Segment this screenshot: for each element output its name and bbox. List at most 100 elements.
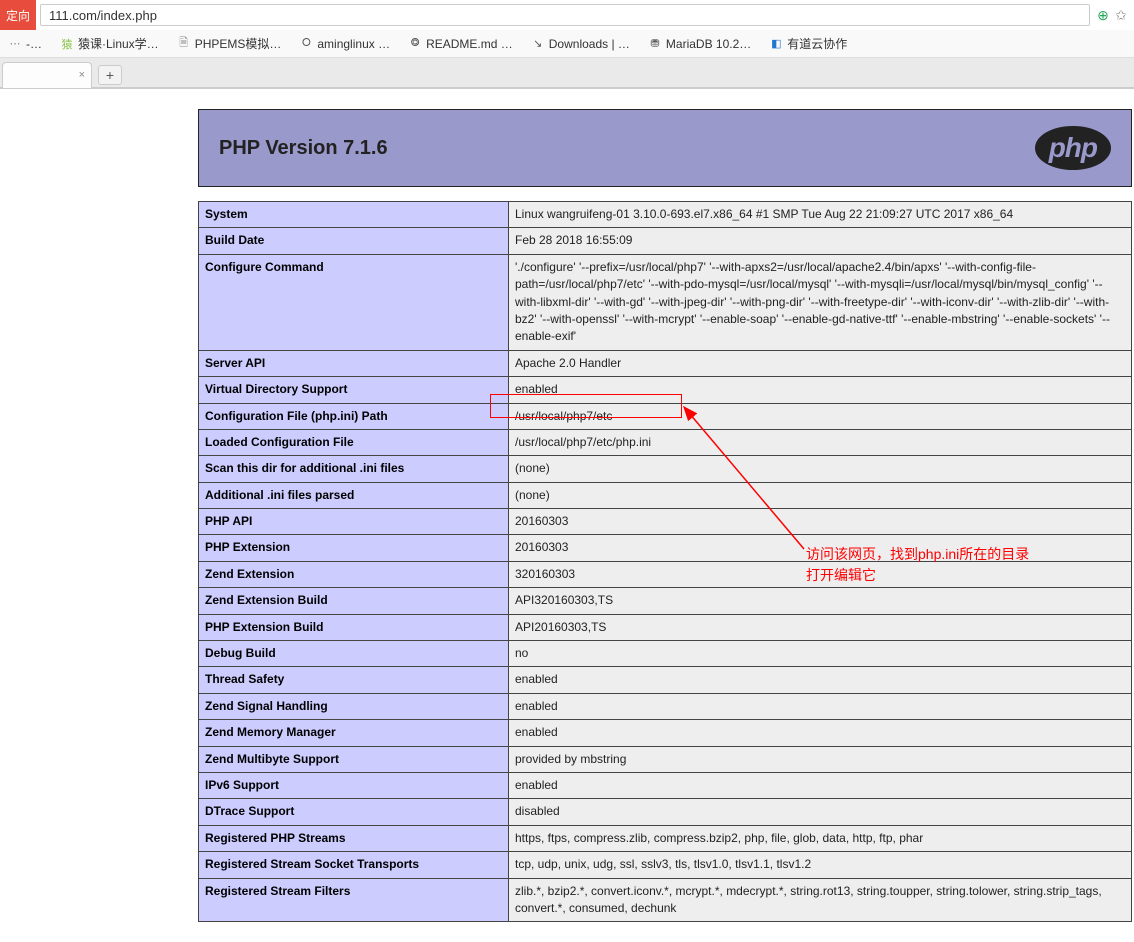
info-key: Additional .ini files parsed — [199, 482, 509, 508]
table-row: Build DateFeb 28 2018 16:55:09 — [199, 228, 1132, 254]
php-version-title: PHP Version 7.1.6 — [219, 137, 388, 160]
bookmark-item[interactable]: ◧有道云协作 — [769, 35, 847, 52]
table-row: Loaded Configuration File/usr/local/php7… — [199, 429, 1132, 455]
table-row: Zend Multibyte Supportprovided by mbstri… — [199, 746, 1132, 772]
info-key: Server API — [199, 350, 509, 376]
bookmark-label: aminglinux … — [317, 37, 390, 51]
info-value: enabled — [509, 693, 1132, 719]
php-logo: php — [1035, 126, 1111, 170]
bookmarks-bar: ⋯ -… 猿猿课·Linux学… 🗎 PHPEMS模拟… ⭘ aminglinux … ⭗RE… — [0, 30, 1134, 58]
info-value: 20160303 — [509, 509, 1132, 535]
bookmark-item[interactable]: ⛃MariaDB 10.2… — [648, 37, 751, 51]
table-row: Zend Signal Handlingenabled — [199, 693, 1132, 719]
info-value: https, ftps, compress.zlib, compress.bzi… — [509, 825, 1132, 851]
table-row: Configure Command'./configure' '--prefix… — [199, 254, 1132, 350]
info-value: enabled — [509, 720, 1132, 746]
table-row: Additional .ini files parsed(none) — [199, 482, 1132, 508]
info-value: enabled — [509, 667, 1132, 693]
info-value: Apache 2.0 Handler — [509, 350, 1132, 376]
bookmark-item[interactable]: ↘ Downloads | … — [531, 37, 630, 51]
info-key: PHP Extension — [199, 535, 509, 561]
bookmark-icon: ⭗ — [408, 37, 422, 51]
info-value: provided by mbstring — [509, 746, 1132, 772]
tab-strip: × + — [0, 58, 1134, 88]
table-row: Virtual Directory Supportenabled — [199, 377, 1132, 403]
info-value: './configure' '--prefix=/usr/local/php7'… — [509, 254, 1132, 350]
info-key: PHP API — [199, 509, 509, 535]
info-key: Zend Multibyte Support — [199, 746, 509, 772]
phpinfo: PHP Version 7.1.6 php SystemLinux wangru… — [198, 109, 1132, 922]
info-key: Zend Extension Build — [199, 588, 509, 614]
info-value: API20160303,TS — [509, 614, 1132, 640]
browser-chrome: 定向 ⊕ ✩ ⋯ -… 猿猿课·Linux学… 🗎 PHPEMS模拟… ⭘ aminglin… — [0, 0, 1134, 89]
info-key: Thread Safety — [199, 667, 509, 693]
bookmark-item[interactable]: ⭗README.md … — [408, 37, 513, 51]
bookmark-label: Downloads | … — [549, 37, 630, 51]
new-tab-button[interactable]: + — [98, 65, 122, 85]
info-key: Scan this dir for additional .ini files — [199, 456, 509, 482]
info-key: Virtual Directory Support — [199, 377, 509, 403]
circle-plus-icon[interactable]: ⊕ — [1097, 7, 1109, 24]
info-key: Zend Signal Handling — [199, 693, 509, 719]
table-row: Configuration File (php.ini) Path/usr/lo… — [199, 403, 1132, 429]
info-key: Zend Memory Manager — [199, 720, 509, 746]
content-area: PHP Version 7.1.6 php SystemLinux wangru… — [0, 89, 1134, 942]
address-bar: 定向 ⊕ ✩ — [0, 0, 1134, 30]
bookmark-icon: ◧ — [769, 37, 783, 51]
star-icon[interactable]: ✩ — [1115, 7, 1127, 24]
info-value: disabled — [509, 799, 1132, 825]
info-value: no — [509, 641, 1132, 667]
bookmark-item[interactable]: ⋯ -… — [8, 37, 42, 51]
info-value: tcp, udp, unix, udg, ssl, sslv3, tls, tl… — [509, 852, 1132, 878]
bookmark-icon: ↘ — [531, 37, 545, 51]
info-key: Registered Stream Socket Transports — [199, 852, 509, 878]
info-value: /usr/local/php7/etc — [509, 403, 1132, 429]
table-row: SystemLinux wangruifeng-01 3.10.0-693.el… — [199, 202, 1132, 228]
info-value: (none) — [509, 456, 1132, 482]
info-value: /usr/local/php7/etc/php.ini — [509, 429, 1132, 455]
info-value: Linux wangruifeng-01 3.10.0-693.el7.x86_… — [509, 202, 1132, 228]
info-value: Feb 28 2018 16:55:09 — [509, 228, 1132, 254]
table-row: Thread Safetyenabled — [199, 667, 1132, 693]
table-row: Zend Memory Managerenabled — [199, 720, 1132, 746]
bookmark-item[interactable]: ⭘ aminglinux … — [299, 37, 390, 51]
table-row: Registered PHP Streamshttps, ftps, compr… — [199, 825, 1132, 851]
bookmark-icon: 🗎 — [177, 37, 191, 51]
bookmark-icon: ⭘ — [299, 37, 313, 51]
bookmark-item[interactable]: 猿猿课·Linux学… — [60, 35, 159, 52]
info-value: (none) — [509, 482, 1132, 508]
bookmark-icon: ⋯ — [8, 37, 22, 51]
info-key: Build Date — [199, 228, 509, 254]
info-key: Zend Extension — [199, 561, 509, 587]
info-key: DTrace Support — [199, 799, 509, 825]
bookmark-label: PHPEMS模拟… — [195, 35, 282, 52]
info-key: PHP Extension Build — [199, 614, 509, 640]
table-row: Server APIApache 2.0 Handler — [199, 350, 1132, 376]
close-icon[interactable]: × — [79, 69, 85, 81]
table-row: Debug Buildno — [199, 641, 1132, 667]
bookmark-label: 猿课·Linux学… — [78, 35, 159, 52]
table-row: Scan this dir for additional .ini files(… — [199, 456, 1132, 482]
bookmark-item[interactable]: 🗎 PHPEMS模拟… — [177, 35, 282, 52]
annotation-line2: 打开编辑它 — [806, 565, 1029, 586]
table-row: IPv6 Supportenabled — [199, 772, 1132, 798]
table-row: Registered Stream Socket Transportstcp, … — [199, 852, 1132, 878]
annotation-line1: 访问该网页，找到php.ini所在的目录 — [806, 544, 1029, 565]
bookmark-label: -… — [26, 37, 42, 51]
table-row: Registered Stream Filterszlib.*, bzip2.*… — [199, 878, 1132, 922]
info-key: System — [199, 202, 509, 228]
table-row: Zend Extension BuildAPI320160303,TS — [199, 588, 1132, 614]
annotation-text: 访问该网页，找到php.ini所在的目录 打开编辑它 — [806, 544, 1029, 586]
table-row: PHP API20160303 — [199, 509, 1132, 535]
bookmark-icon: 猿 — [60, 37, 74, 51]
info-key: IPv6 Support — [199, 772, 509, 798]
table-row: DTrace Supportdisabled — [199, 799, 1132, 825]
redirect-button[interactable]: 定向 — [0, 0, 36, 30]
info-key: Debug Build — [199, 641, 509, 667]
php-logo-text: php — [1049, 132, 1097, 163]
phpinfo-header: PHP Version 7.1.6 php — [198, 109, 1132, 187]
browser-tab[interactable]: × — [2, 62, 92, 88]
info-value: enabled — [509, 377, 1132, 403]
info-value: API320160303,TS — [509, 588, 1132, 614]
url-input[interactable] — [40, 4, 1090, 26]
